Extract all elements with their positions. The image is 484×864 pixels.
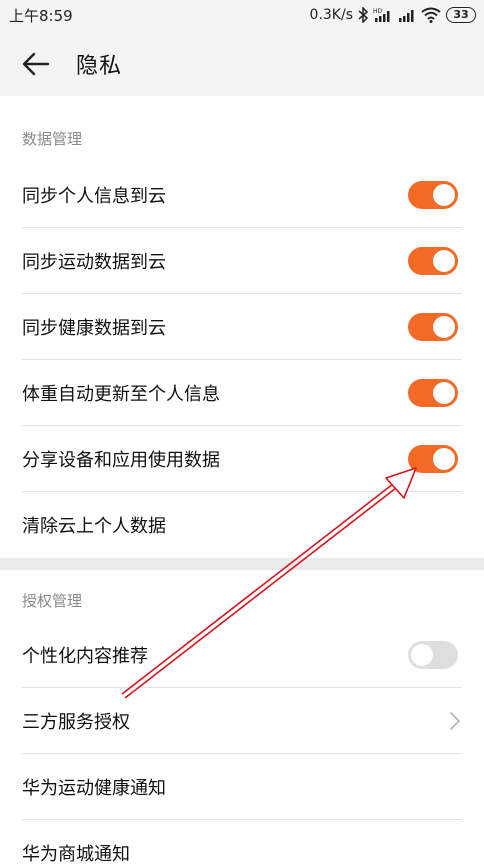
toggle-knob — [433, 382, 455, 404]
toggle-knob — [433, 316, 455, 338]
row-sync-exercise-data[interactable]: 同步运动数据到云 — [0, 228, 484, 294]
row-share-usage-data[interactable]: 分享设备和应用使用数据 — [0, 426, 484, 492]
row-huawei-health-notification[interactable]: 华为运动健康通知 — [0, 754, 484, 820]
row-label: 体重自动更新至个人信息 — [22, 384, 220, 405]
toggle-sync-exercise-data[interactable] — [408, 247, 458, 275]
app-header: 隐私 — [0, 30, 484, 96]
row-label: 分享设备和应用使用数据 — [22, 450, 220, 471]
row-label: 华为商城通知 — [22, 844, 130, 864]
bluetooth-icon — [358, 7, 368, 23]
wifi-icon — [421, 7, 441, 23]
privacy-settings-screen: 上午8:59 0.3K/s HD 33 隐私 数据管理 同步个人信息到云 同步运… — [0, 0, 484, 864]
row-label: 同步个人信息到云 — [22, 186, 166, 207]
row-sync-personal-info[interactable]: 同步个人信息到云 — [0, 162, 484, 228]
row-personalized-content[interactable]: 个性化内容推荐 — [0, 622, 484, 688]
svg-text:HD: HD — [373, 8, 383, 15]
data-management-section: 数据管理 同步个人信息到云 同步运动数据到云 同步健康数据到云 体重自动更新至个… — [0, 96, 484, 558]
arrow-left-icon[interactable] — [20, 48, 52, 80]
battery-icon: 33 — [446, 7, 476, 23]
row-clear-cloud-data[interactable]: 清除云上个人数据 — [0, 492, 484, 558]
section-separator — [0, 558, 484, 570]
row-label: 同步健康数据到云 — [22, 318, 166, 339]
signal-icon — [399, 10, 414, 22]
row-label: 清除云上个人数据 — [22, 516, 166, 537]
network-speed: 0.3K/s — [309, 7, 353, 23]
toggle-sync-health-data[interactable] — [408, 313, 458, 341]
row-label: 个性化内容推荐 — [22, 646, 148, 667]
row-label: 同步运动数据到云 — [22, 252, 166, 273]
toggle-knob — [411, 644, 433, 666]
page-title: 隐私 — [76, 54, 123, 79]
row-label: 三方服务授权 — [22, 712, 130, 733]
row-weight-auto-update[interactable]: 体重自动更新至个人信息 — [0, 360, 484, 426]
hd-signal-icon: HD — [373, 8, 390, 22]
section-header-data-management: 数据管理 — [22, 130, 83, 148]
status-time: 上午8:59 — [9, 7, 73, 25]
status-icons: 0.3K/s HD 33 — [310, 5, 476, 25]
section-header-authorization: 授权管理 — [22, 592, 83, 610]
row-third-party-auth[interactable]: 三方服务授权 — [0, 688, 484, 754]
row-label: 华为运动健康通知 — [22, 778, 166, 799]
toggle-knob — [433, 184, 455, 206]
status-bar: 上午8:59 0.3K/s HD 33 — [0, 0, 484, 30]
row-huawei-store-notification[interactable]: 华为商城通知 — [0, 820, 484, 864]
toggle-sync-personal-info[interactable] — [408, 181, 458, 209]
row-sync-health-data[interactable]: 同步健康数据到云 — [0, 294, 484, 360]
authorization-management-section: 授权管理 个性化内容推荐 三方服务授权 华为运动健康通知 华为商城通知 — [0, 570, 484, 864]
toggle-knob — [433, 250, 455, 272]
toggle-share-usage-data[interactable] — [408, 445, 458, 473]
toggle-personalized-content[interactable] — [408, 641, 458, 669]
chevron-right-icon — [450, 712, 460, 730]
toggle-weight-auto-update[interactable] — [408, 379, 458, 407]
toggle-knob — [433, 448, 455, 470]
